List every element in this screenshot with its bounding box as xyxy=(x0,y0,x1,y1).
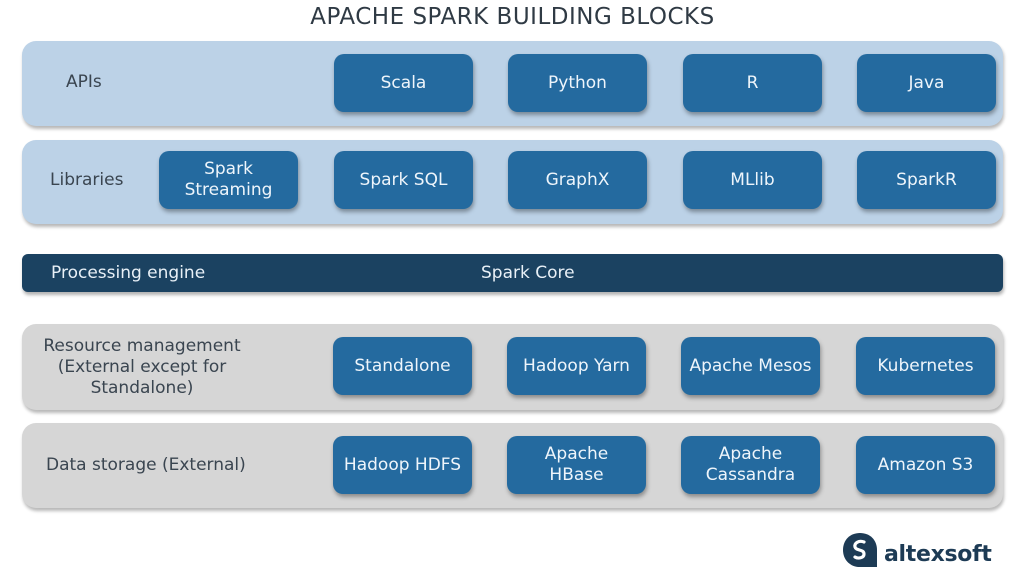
block-python: Python xyxy=(508,54,647,112)
block-hadoop-yarn: Hadoop Yarn xyxy=(507,337,646,395)
layer-processing-engine: Processing engine Spark Core xyxy=(22,254,1003,292)
block-java: Java xyxy=(857,54,996,112)
block-apache-mesos: Apache Mesos xyxy=(681,337,820,395)
block-kubernetes: Kubernetes xyxy=(856,337,995,395)
block-sparkr: SparkR xyxy=(857,151,996,209)
layer-apis: APIs Scala Python R Java xyxy=(22,41,1003,126)
diagram-title: APACHE SPARK BUILDING BLOCKS xyxy=(310,4,715,30)
altexsoft-logo: altexsoft xyxy=(842,528,992,568)
layer-label-data-storage: Data storage (External) xyxy=(46,455,246,475)
layer-label-resource-management: Resource management (External except for… xyxy=(43,336,241,398)
block-standalone: Standalone xyxy=(333,337,472,395)
layer-label-apis: APIs xyxy=(66,72,102,92)
block-apache-hbase: Apache HBase xyxy=(507,436,646,494)
block-spark-core: Spark Core xyxy=(481,263,575,283)
block-mllib: MLlib xyxy=(683,151,822,209)
layer-libraries: Libraries Spark Streaming Spark SQL Grap… xyxy=(22,140,1003,224)
block-graphx: GraphX xyxy=(508,151,647,209)
block-spark-sql: Spark SQL xyxy=(334,151,473,209)
layer-resource-management: Resource management (External except for… xyxy=(22,324,1003,410)
block-spark-streaming: Spark Streaming xyxy=(159,151,298,209)
block-apache-cassandra: Apache Cassandra xyxy=(681,436,820,494)
layer-data-storage: Data storage (External) Hadoop HDFS Apac… xyxy=(22,423,1003,508)
layer-label-libraries: Libraries xyxy=(50,170,124,190)
block-scala: Scala xyxy=(334,54,473,112)
layer-label-processing-engine: Processing engine xyxy=(51,263,206,283)
block-r: R xyxy=(683,54,822,112)
altexsoft-logo-text: altexsoft xyxy=(884,542,992,567)
block-hadoop-hdfs: Hadoop HDFS xyxy=(333,436,472,494)
altexsoft-logo-icon xyxy=(843,533,877,567)
block-amazon-s3: Amazon S3 xyxy=(856,436,995,494)
